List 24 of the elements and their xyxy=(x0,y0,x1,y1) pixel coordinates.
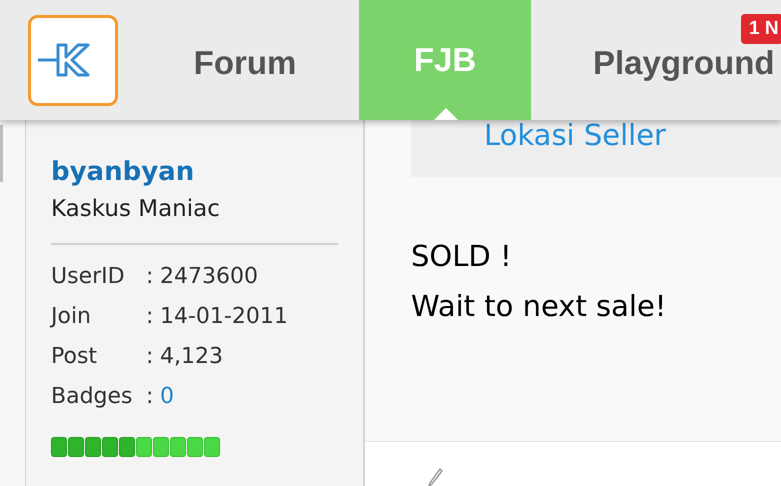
nav-tab[interactable]: Playground xyxy=(531,45,781,81)
stat-link[interactable]: 0 xyxy=(160,377,174,417)
location-link[interactable]: Lokasi Seller xyxy=(484,117,666,154)
post-text: Wait to next sale! xyxy=(411,288,666,326)
stat-value: 4,123 xyxy=(160,343,223,371)
notification-badge: 1 N xyxy=(741,14,781,44)
nav-tab[interactable]: Forum xyxy=(131,45,359,81)
stat-value: 14-01-2011 xyxy=(160,303,288,331)
stat-separator: : xyxy=(146,383,154,411)
stat-separator: : xyxy=(146,343,154,371)
stat-separator: : xyxy=(146,263,154,291)
stat-label: Join xyxy=(51,303,92,331)
stat-label: Badges xyxy=(51,383,134,411)
user-rank: Kaskus Maniac xyxy=(51,195,220,224)
logo-icon[interactable] xyxy=(28,14,118,106)
stat-label: Post xyxy=(51,343,98,371)
scrollbar[interactable] xyxy=(0,125,3,182)
stat-value: 2473600 xyxy=(160,263,258,291)
stat-label: UserID xyxy=(51,263,126,291)
pencil-icon[interactable] xyxy=(427,468,443,486)
pointer-icon xyxy=(434,108,458,120)
username-link[interactable]: byanbyan xyxy=(51,153,194,191)
stat-separator: : xyxy=(146,303,154,331)
post-text: SOLD ! xyxy=(411,238,512,276)
